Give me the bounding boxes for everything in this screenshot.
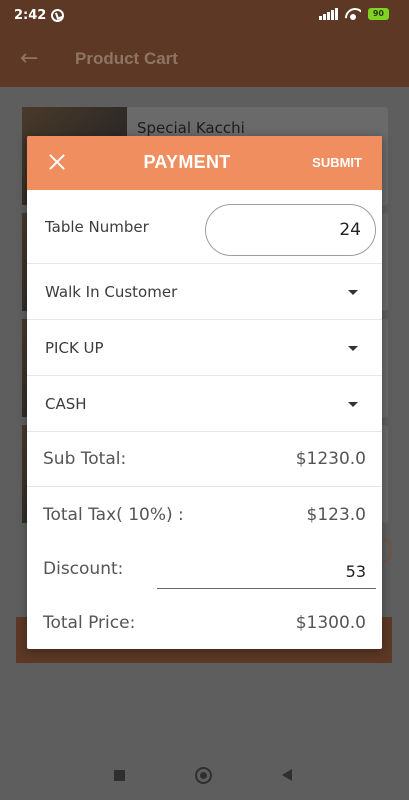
total-price-value: $1300.0 (295, 613, 366, 633)
total-price-label: Total Price: (43, 613, 136, 633)
order-type-select-value: PICK UP (45, 339, 104, 357)
subtotal-value: $1230.0 (295, 449, 366, 469)
recents-icon[interactable] (114, 770, 125, 781)
app-bar: ← Product Cart (0, 32, 409, 87)
table-number-row: Table Number 24 (27, 190, 382, 264)
home-icon[interactable] (195, 767, 212, 784)
dialog-header: PAYMENT SUBMIT (27, 136, 382, 190)
back-icon[interactable] (282, 769, 292, 781)
subtotal-row: Sub Total: $1230.0 (27, 432, 382, 487)
status-bar: 2:42 90 (0, 0, 409, 32)
wifi-icon (345, 8, 361, 20)
total-row: Total Price: $1300.0 (27, 592, 382, 649)
tax-label: Total Tax( 10%) : (43, 505, 184, 525)
back-arrow-icon[interactable]: ← (20, 48, 42, 70)
payment-method-select[interactable]: CASH (27, 376, 382, 432)
customer-select[interactable]: Walk In Customer (27, 264, 382, 320)
submit-button[interactable]: SUBMIT (312, 155, 362, 170)
table-number-input[interactable]: 24 (205, 204, 376, 256)
payment-method-select-value: CASH (45, 395, 87, 413)
subtotal-label: Sub Total: (43, 449, 127, 469)
page-title: Product Cart (75, 49, 178, 68)
tax-value: $123.0 (306, 505, 366, 525)
discount-row: Discount: 53 (27, 542, 382, 592)
tax-row: Total Tax( 10%) : $123.0 (27, 487, 382, 542)
dropdown-arrow-icon (348, 346, 358, 351)
status-indicators: 90 (318, 8, 389, 20)
dropdown-arrow-icon (348, 290, 358, 295)
table-number-label: Table Number (45, 218, 149, 236)
dropdown-arrow-icon (348, 402, 358, 407)
discount-input[interactable]: 53 (157, 556, 376, 589)
system-nav-bar (0, 747, 409, 800)
customer-select-value: Walk In Customer (45, 283, 178, 301)
signal-icon (318, 8, 338, 20)
dialog-title: PAYMENT (143, 152, 231, 172)
cart-item-name: Special Kacchi (137, 119, 245, 137)
sync-icon (51, 9, 64, 22)
battery-icon: 90 (367, 8, 389, 20)
order-type-select[interactable]: PICK UP (27, 320, 382, 376)
status-time: 2:42 (14, 8, 47, 23)
payment-dialog: PAYMENT SUBMIT Table Number 24 Walk In C… (27, 136, 382, 649)
discount-label: Discount: (43, 559, 124, 579)
